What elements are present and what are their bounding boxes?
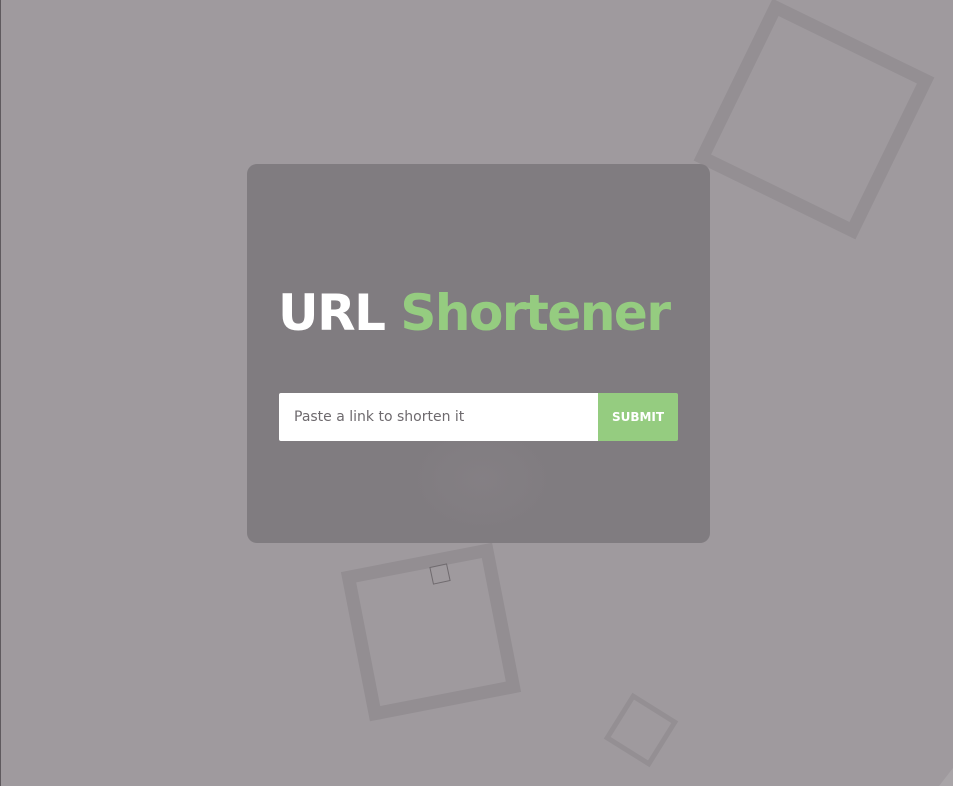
decorative-square-large-top [693,0,935,240]
shorten-form: SUBMIT [279,393,678,441]
decorative-square-tiny [429,563,451,585]
shortener-card: URL Shortener SUBMIT [247,164,710,543]
decorative-corner [939,768,953,786]
decorative-square-small-bottom [603,692,679,768]
title-shortener: Shortener [400,284,671,342]
url-input[interactable] [279,393,598,441]
title-url: URL [278,284,386,342]
window-edge [0,0,1,786]
submit-button[interactable]: SUBMIT [598,393,678,441]
page-title: URL Shortener [278,276,671,350]
